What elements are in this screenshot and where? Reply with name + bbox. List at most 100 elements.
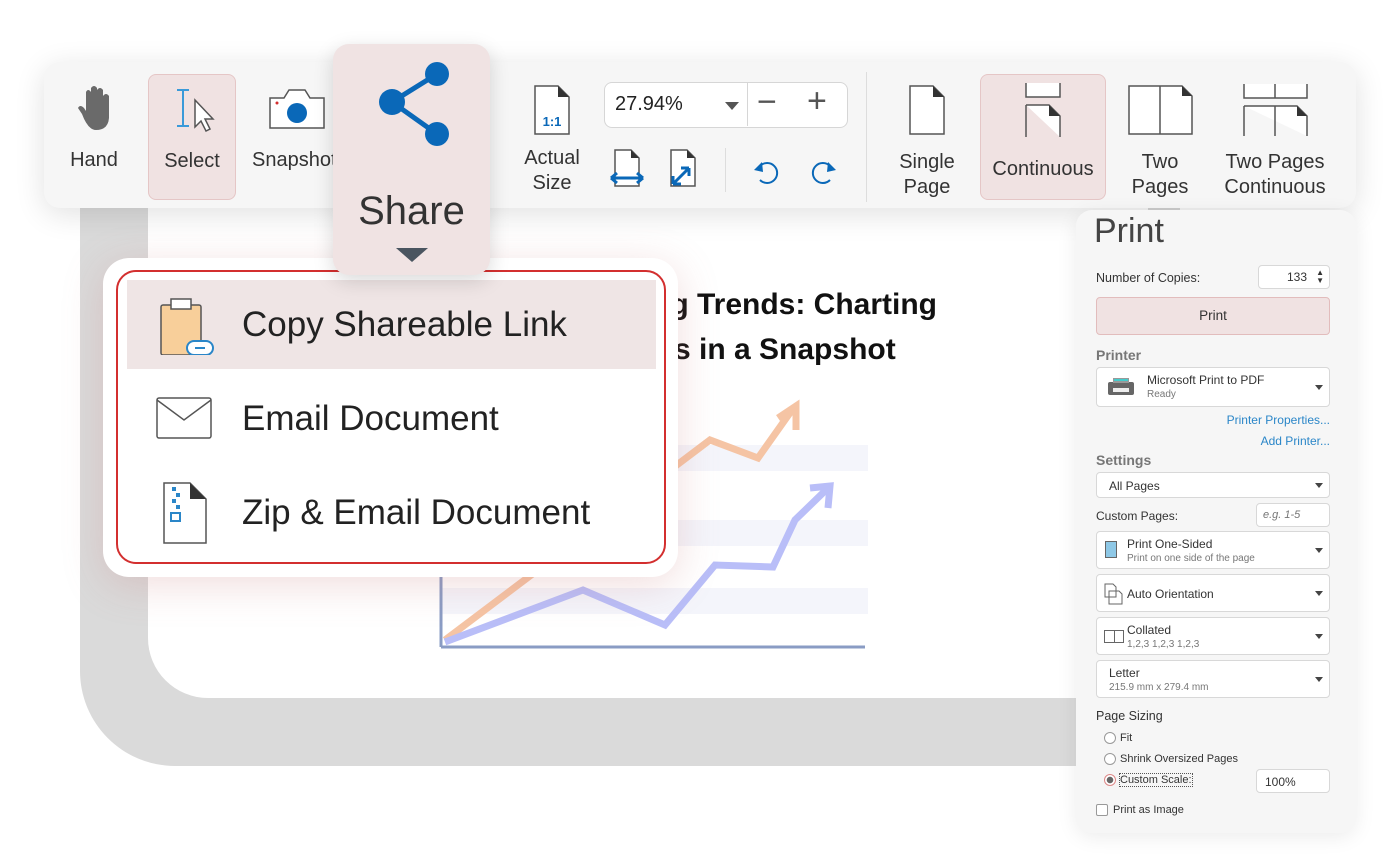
menu-item-label: Copy Shareable Link — [242, 304, 567, 344]
zoom-in-button[interactable]: + — [807, 82, 827, 121]
chevron-down-icon — [1315, 634, 1323, 639]
continuous-label: Continuous — [992, 158, 1094, 180]
one-sided-icon — [1105, 541, 1117, 558]
rotate-left-icon[interactable] — [752, 158, 782, 186]
shrink-label: Shrink Oversized Pages — [1120, 753, 1238, 765]
fit-label: Fit — [1120, 732, 1133, 744]
share-button[interactable]: Share — [333, 44, 490, 275]
print-panel: Print Number of Copies: 133 ▲ ▼ Print Pri… — [1076, 210, 1356, 833]
zoom-dropdown-arrow-icon[interactable] — [725, 102, 739, 110]
toolbar: Hand Select Snapshot 1:1 Actual Size 27.… — [44, 62, 1356, 208]
pages-select[interactable]: All Pages — [1096, 472, 1330, 498]
camera-icon — [269, 89, 325, 129]
print-button[interactable]: Print — [1096, 297, 1330, 335]
zoom-combo[interactable]: 27.94% − + — [604, 82, 848, 128]
collated-value: Collated — [1127, 623, 1172, 637]
hand-button[interactable]: Hand — [54, 84, 134, 173]
custom-pages-input[interactable] — [1256, 503, 1330, 527]
select-icon — [177, 89, 215, 133]
orientation-icon — [1104, 583, 1123, 605]
zoom-out-button[interactable]: − — [757, 83, 777, 122]
custom-scale-value[interactable]: 100% — [1265, 775, 1296, 789]
share-menu: Copy Shareable Link Email Document Zip &… — [116, 270, 666, 564]
continuous-button[interactable]: Continuous — [980, 74, 1106, 200]
actual-size-icon: 1:1 — [534, 85, 570, 135]
printer-properties-link[interactable]: Printer Properties... — [1227, 413, 1330, 427]
printer-status: Ready — [1147, 389, 1176, 400]
zoom-value[interactable]: 27.94% — [615, 93, 683, 116]
divider — [866, 72, 867, 202]
orientation-select[interactable]: Auto Orientation — [1096, 574, 1330, 612]
share-dropdown-arrow-icon — [395, 248, 428, 262]
share-icon — [378, 62, 449, 146]
envelope-icon — [155, 396, 212, 439]
menu-item-zip-email-document[interactable]: Zip & Email Document — [127, 468, 656, 557]
add-printer-link[interactable]: Add Printer... — [1261, 434, 1330, 448]
svg-text:1:1: 1:1 — [543, 114, 562, 129]
sided-value: Print One-Sided — [1127, 537, 1213, 551]
custom-scale-label: Custom Scale: — [1119, 773, 1193, 787]
single-page-label-2: Page — [903, 176, 951, 198]
chevron-down-icon — [1315, 385, 1323, 390]
chevron-down-icon — [1315, 483, 1323, 488]
paper-size-value: Letter — [1109, 666, 1140, 680]
two-pages-button[interactable]: Two Pages — [1120, 84, 1200, 200]
stepper-arrows-icon[interactable]: ▲ ▼ — [1316, 269, 1324, 285]
rotate-right-icon[interactable] — [808, 158, 838, 186]
sided-select[interactable]: Print One-Sided Print on one side of the… — [1096, 531, 1330, 569]
divider — [747, 83, 748, 126]
orientation-value: Auto Orientation — [1127, 587, 1214, 601]
printer-select[interactable]: Microsoft Print to PDF Ready — [1096, 367, 1330, 407]
document-title-line1: ng Trends: Charting — [652, 288, 937, 321]
print-as-image-checkbox[interactable] — [1096, 804, 1108, 816]
actual-size-label-1: Actual — [524, 147, 580, 169]
custom-pages-label: Custom Pages: — [1096, 509, 1179, 523]
fit-page-icon[interactable] — [667, 148, 701, 188]
zip-file-icon — [162, 481, 207, 544]
fit-radio[interactable] — [1104, 732, 1116, 744]
single-page-button[interactable]: Single Page — [887, 84, 967, 200]
divider — [725, 148, 726, 192]
copies-stepper[interactable]: 133 ▲ ▼ — [1258, 265, 1330, 289]
copies-value[interactable]: 133 — [1287, 270, 1307, 284]
copies-label: Number of Copies: — [1096, 271, 1201, 285]
print-as-image-label: Print as Image — [1113, 804, 1184, 816]
menu-item-label: Zip & Email Document — [242, 492, 591, 532]
settings-heading: Settings — [1096, 452, 1152, 468]
continuous-icon — [1025, 83, 1061, 137]
two-pages-continuous-label-1: Two Pages — [1225, 151, 1325, 173]
clipboard-link-icon — [159, 297, 214, 355]
actual-size-label-2: Size — [532, 172, 572, 194]
actual-size-button[interactable]: 1:1 Actual Size — [512, 84, 592, 196]
two-pages-icon — [1128, 85, 1193, 135]
two-pages-continuous-button[interactable]: Two Pages Continuous — [1214, 84, 1336, 200]
two-pages-continuous-label-2: Continuous — [1224, 176, 1326, 198]
menu-item-label: Email Document — [242, 398, 499, 438]
pages-select-value: All Pages — [1109, 479, 1160, 493]
single-page-icon — [909, 85, 945, 135]
collated-description: 1,2,3 1,2,3 1,2,3 — [1127, 639, 1200, 650]
paper-size-dimensions: 215.9 mm x 279.4 mm — [1109, 682, 1209, 693]
printer-icon — [1108, 378, 1134, 395]
chevron-down-icon — [1315, 591, 1323, 596]
snapshot-button[interactable]: Snapshot — [250, 84, 334, 173]
snapshot-label: Snapshot — [252, 149, 334, 171]
hand-icon — [78, 86, 109, 130]
share-label: Share — [358, 189, 465, 233]
menu-item-copy-shareable-link[interactable]: Copy Shareable Link — [127, 280, 656, 369]
printer-name: Microsoft Print to PDF — [1147, 373, 1265, 387]
print-title: Print — [1094, 212, 1164, 250]
select-button[interactable]: Select — [148, 74, 236, 200]
shrink-radio[interactable] — [1104, 753, 1116, 765]
document-title-line2: s in a Snapshot — [674, 333, 896, 366]
select-label: Select — [164, 150, 220, 172]
fit-width-icon[interactable] — [609, 148, 647, 188]
menu-item-email-document[interactable]: Email Document — [127, 374, 656, 463]
two-pages-label-2: Pages — [1131, 176, 1189, 198]
collated-select[interactable]: Collated 1,2,3 1,2,3 1,2,3 — [1096, 617, 1330, 655]
paper-size-select[interactable]: Letter 215.9 mm x 279.4 mm — [1096, 660, 1330, 698]
chevron-down-icon — [1315, 677, 1323, 682]
custom-scale-radio[interactable] — [1104, 774, 1116, 786]
single-page-label-1: Single — [899, 151, 955, 173]
custom-scale-input[interactable]: 100% — [1256, 769, 1330, 793]
